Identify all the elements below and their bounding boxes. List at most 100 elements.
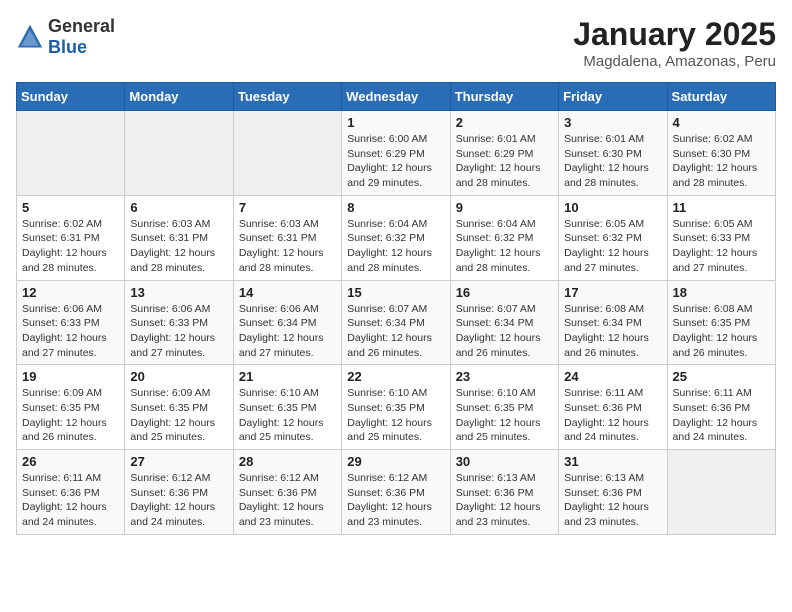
calendar-cell: 3 Sunrise: 6:01 AM Sunset: 6:30 PM Daylig… [559, 111, 667, 196]
day-info: Sunrise: 6:05 AM Sunset: 6:33 PM Dayligh… [673, 217, 770, 276]
day-number: 10 [564, 200, 661, 215]
weekday-header-friday: Friday [559, 83, 667, 111]
calendar-cell: 23Sunrise: 6:10 AM Sunset: 6:35 PM Dayli… [450, 365, 558, 450]
day-info: Sunrise: 6:11 AM Sunset: 6:36 PM Dayligh… [673, 386, 770, 445]
weekday-header-wednesday: Wednesday [342, 83, 450, 111]
calendar-cell: 21 Sunrise: 6:10 AM Sunset: 6:35 PM Dayli… [233, 365, 341, 450]
calendar-cell: 6 Sunrise: 6:03 AM Sunset: 6:31 PM Daylig… [125, 195, 233, 280]
weekday-header-sunday: Sunday [17, 83, 125, 111]
day-number: 11 [673, 200, 770, 215]
day-info: Sunrise: 6:10 AM Sunset: 6:35 PM Dayligh… [239, 386, 336, 445]
day-number: 31 [564, 454, 661, 469]
day-number: 4 [673, 115, 770, 130]
day-number: 17 [564, 285, 661, 300]
day-number: 29 [347, 454, 444, 469]
day-number: 25 [673, 369, 770, 384]
calendar-cell: 5Sunrise: 6:02 AM Sunset: 6:31 PM Daylig… [17, 195, 125, 280]
day-info: Sunrise: 6:11 AM Sunset: 6:36 PM Dayligh… [564, 386, 661, 445]
day-info: Sunrise: 6:13 AM Sunset: 6:36 PM Dayligh… [456, 471, 553, 530]
calendar-cell: 13 Sunrise: 6:06 AM Sunset: 6:33 PM Dayli… [125, 280, 233, 365]
day-number: 23 [456, 369, 553, 384]
calendar-cell: 14Sunrise: 6:06 AM Sunset: 6:34 PM Dayli… [233, 280, 341, 365]
logo-icon [16, 23, 44, 51]
day-info: Sunrise: 6:12 AM Sunset: 6:36 PM Dayligh… [239, 471, 336, 530]
day-info: Sunrise: 6:12 AM Sunset: 6:36 PM Dayligh… [130, 471, 227, 530]
day-info: Sunrise: 6:06 AM Sunset: 6:34 PM Dayligh… [239, 302, 336, 361]
calendar-cell [667, 450, 775, 535]
day-info: Sunrise: 6:02 AM Sunset: 6:30 PM Dayligh… [673, 132, 770, 191]
calendar-cell [125, 111, 233, 196]
calendar-cell: 15 Sunrise: 6:07 AM Sunset: 6:34 PM Dayli… [342, 280, 450, 365]
day-number: 18 [673, 285, 770, 300]
location-title: Magdalena, Amazonas, Peru [573, 53, 776, 70]
week-row-5: 26Sunrise: 6:11 AM Sunset: 6:36 PM Dayli… [17, 450, 776, 535]
calendar-cell: 29 Sunrise: 6:12 AM Sunset: 6:36 PM Dayli… [342, 450, 450, 535]
day-info: Sunrise: 6:09 AM Sunset: 6:35 PM Dayligh… [22, 386, 119, 445]
day-number: 30 [456, 454, 553, 469]
day-number: 22 [347, 369, 444, 384]
day-number: 19 [22, 369, 119, 384]
day-info: Sunrise: 6:05 AM Sunset: 6:32 PM Dayligh… [564, 217, 661, 276]
calendar-table: SundayMondayTuesdayWednesdayThursdayFrid… [16, 82, 776, 535]
calendar-cell: 31Sunrise: 6:13 AM Sunset: 6:36 PM Dayli… [559, 450, 667, 535]
calendar-cell: 25 Sunrise: 6:11 AM Sunset: 6:36 PM Dayli… [667, 365, 775, 450]
logo-text-general: General [48, 16, 115, 36]
day-info: Sunrise: 6:04 AM Sunset: 6:32 PM Dayligh… [347, 217, 444, 276]
day-number: 12 [22, 285, 119, 300]
calendar-cell [17, 111, 125, 196]
day-number: 2 [456, 115, 553, 130]
calendar-cell: 30 Sunrise: 6:13 AM Sunset: 6:36 PM Dayli… [450, 450, 558, 535]
calendar-cell [233, 111, 341, 196]
day-number: 7 [239, 200, 336, 215]
day-number: 21 [239, 369, 336, 384]
day-number: 16 [456, 285, 553, 300]
week-row-4: 19 Sunrise: 6:09 AM Sunset: 6:35 PM Dayli… [17, 365, 776, 450]
day-info: Sunrise: 6:08 AM Sunset: 6:34 PM Dayligh… [564, 302, 661, 361]
calendar-cell: 10 Sunrise: 6:05 AM Sunset: 6:32 PM Dayli… [559, 195, 667, 280]
header: General Blue January 2025 Magdalena, Ama… [16, 16, 776, 70]
calendar-cell: 27 Sunrise: 6:12 AM Sunset: 6:36 PM Dayli… [125, 450, 233, 535]
week-row-3: 12 Sunrise: 6:06 AM Sunset: 6:33 PM Dayli… [17, 280, 776, 365]
day-info: Sunrise: 6:03 AM Sunset: 6:31 PM Dayligh… [239, 217, 336, 276]
day-number: 15 [347, 285, 444, 300]
calendar-cell: 16 Sunrise: 6:07 AM Sunset: 6:34 PM Dayli… [450, 280, 558, 365]
day-info: Sunrise: 6:09 AM Sunset: 6:35 PM Dayligh… [130, 386, 227, 445]
day-info: Sunrise: 6:08 AM Sunset: 6:35 PM Dayligh… [673, 302, 770, 361]
calendar-cell: 8 Sunrise: 6:04 AM Sunset: 6:32 PM Daylig… [342, 195, 450, 280]
calendar-cell: 22 Sunrise: 6:10 AM Sunset: 6:35 PM Dayli… [342, 365, 450, 450]
day-info: Sunrise: 6:07 AM Sunset: 6:34 PM Dayligh… [456, 302, 553, 361]
day-info: Sunrise: 6:11 AM Sunset: 6:36 PM Dayligh… [22, 471, 119, 530]
calendar-cell: 11 Sunrise: 6:05 AM Sunset: 6:33 PM Dayli… [667, 195, 775, 280]
day-number: 9 [456, 200, 553, 215]
day-number: 27 [130, 454, 227, 469]
day-number: 8 [347, 200, 444, 215]
day-number: 3 [564, 115, 661, 130]
weekday-header-saturday: Saturday [667, 83, 775, 111]
day-info: Sunrise: 6:04 AM Sunset: 6:32 PM Dayligh… [456, 217, 553, 276]
day-info: Sunrise: 6:07 AM Sunset: 6:34 PM Dayligh… [347, 302, 444, 361]
day-info: Sunrise: 6:02 AM Sunset: 6:31 PM Dayligh… [22, 217, 119, 276]
calendar-cell: 24 Sunrise: 6:11 AM Sunset: 6:36 PM Dayli… [559, 365, 667, 450]
day-info: Sunrise: 6:01 AM Sunset: 6:29 PM Dayligh… [456, 132, 553, 191]
calendar-cell: 28 Sunrise: 6:12 AM Sunset: 6:36 PM Dayli… [233, 450, 341, 535]
day-number: 24 [564, 369, 661, 384]
weekday-header-monday: Monday [125, 83, 233, 111]
day-info: Sunrise: 6:01 AM Sunset: 6:30 PM Dayligh… [564, 132, 661, 191]
day-number: 6 [130, 200, 227, 215]
month-title: January 2025 [573, 16, 776, 53]
weekday-header-thursday: Thursday [450, 83, 558, 111]
day-info: Sunrise: 6:12 AM Sunset: 6:36 PM Dayligh… [347, 471, 444, 530]
calendar-cell: 19 Sunrise: 6:09 AM Sunset: 6:35 PM Dayli… [17, 365, 125, 450]
day-number: 28 [239, 454, 336, 469]
weekday-header-row: SundayMondayTuesdayWednesdayThursdayFrid… [17, 83, 776, 111]
calendar-cell: 1Sunrise: 6:00 AM Sunset: 6:29 PM Daylig… [342, 111, 450, 196]
calendar-cell: 12Sunrise: 6:06 AM Sunset: 6:33 PM Dayli… [17, 280, 125, 365]
week-row-1: 1Sunrise: 6:00 AM Sunset: 6:29 PM Daylig… [17, 111, 776, 196]
week-row-2: 5Sunrise: 6:02 AM Sunset: 6:31 PM Daylig… [17, 195, 776, 280]
day-number: 20 [130, 369, 227, 384]
day-info: Sunrise: 6:10 AM Sunset: 6:35 PM Dayligh… [347, 386, 444, 445]
day-info: Sunrise: 6:06 AM Sunset: 6:33 PM Dayligh… [130, 302, 227, 361]
day-info: Sunrise: 6:03 AM Sunset: 6:31 PM Dayligh… [130, 217, 227, 276]
day-number: 13 [130, 285, 227, 300]
calendar-cell: 7 Sunrise: 6:03 AM Sunset: 6:31 PM Daylig… [233, 195, 341, 280]
